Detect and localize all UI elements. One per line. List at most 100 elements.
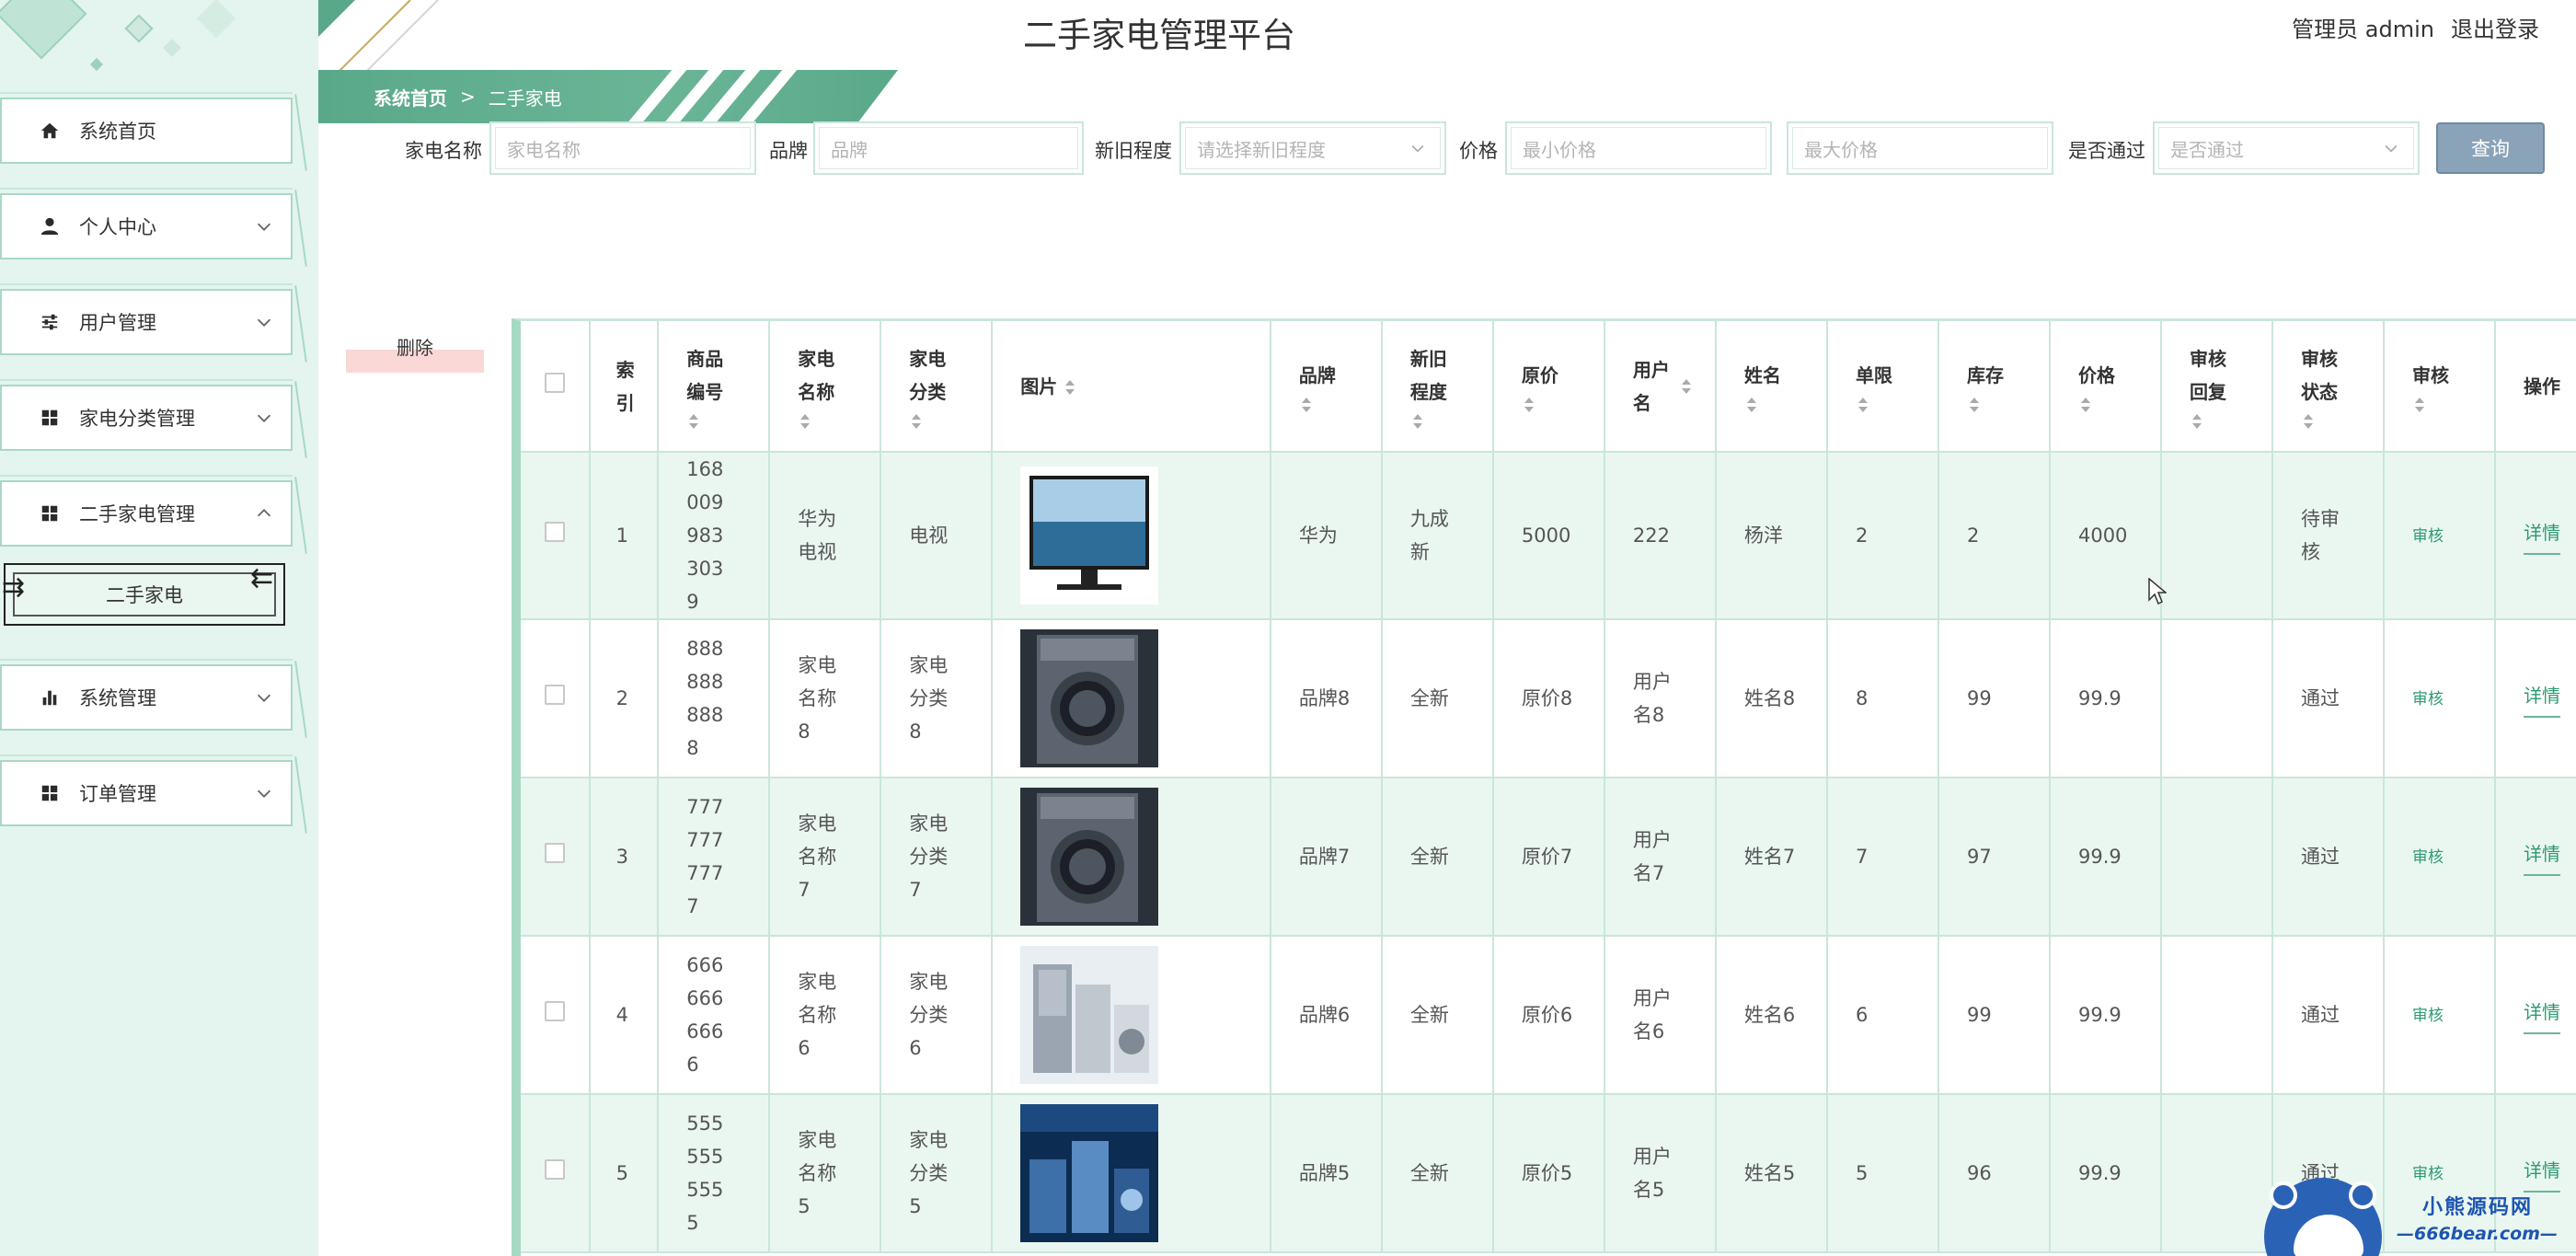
grid-icon (37, 501, 63, 526)
user-icon (37, 213, 63, 239)
brand-input[interactable]: 品牌 (813, 121, 1084, 175)
column-header-audit-status[interactable]: 审核状态 (2272, 321, 2386, 453)
select-all-checkbox[interactable] (545, 372, 565, 393)
column-header-limit[interactable]: 单限 (1826, 321, 1939, 453)
appliances-image[interactable] (1020, 1104, 1159, 1242)
column-header-label: 姓名 (1743, 363, 1781, 386)
sort-icon[interactable] (1679, 377, 1694, 396)
min-price-input-box[interactable]: 最小价格 (1511, 127, 1766, 169)
audit-link[interactable]: 审核 (2412, 527, 2444, 546)
sort-icon[interactable] (1744, 396, 1759, 414)
row-checkbox[interactable] (545, 685, 565, 705)
washer-image[interactable] (1020, 788, 1159, 926)
ops-cell: 详情 (2495, 778, 2576, 937)
query-button[interactable]: 查询 (2436, 122, 2545, 174)
row-checkbox[interactable] (545, 522, 565, 542)
sidebar-item-appliance-management[interactable]: 二手家电管理 (0, 475, 293, 547)
row-checkbox[interactable] (545, 1001, 565, 1021)
tv-image[interactable] (1020, 467, 1159, 605)
sort-icon[interactable] (1410, 412, 1425, 431)
column-header-stock[interactable]: 库存 (1938, 321, 2051, 453)
appliances-image[interactable] (1020, 946, 1159, 1084)
breadcrumb-home[interactable]: 系统首页 (374, 84, 447, 110)
sort-icon[interactable] (686, 412, 701, 431)
name-input-box[interactable]: 家电名称 (495, 127, 751, 169)
column-header-index[interactable]: 索引 (589, 321, 660, 453)
category-cell: 家电分类5 (880, 1094, 994, 1253)
data-table: 索引 商品编号 家电名称 家电分类 图片 品牌 新旧程度 原价 用户名 姓名 单… (512, 318, 2576, 1256)
row-checkbox[interactable] (545, 843, 565, 863)
audit-link[interactable]: 审核 (2412, 848, 2444, 867)
submenu-item-second-hand[interactable]: 二手家电 (4, 563, 285, 626)
chevron-down-icon (2385, 144, 2398, 153)
decoration-square (163, 39, 181, 57)
sort-icon[interactable] (1856, 396, 1870, 414)
table-row[interactable]: 3 7777777777 家电名称7 家电分类7 品牌7 全新 原价7 用户名7… (521, 778, 2576, 937)
detail-link[interactable]: 详情 (2524, 679, 2561, 718)
sort-icon[interactable] (2190, 412, 2204, 431)
min-price-input[interactable]: 最小价格 (1505, 121, 1772, 175)
column-header-username[interactable]: 用户名 (1604, 321, 1717, 453)
approved-select-box[interactable]: 是否通过 (2158, 127, 2414, 169)
sort-icon[interactable] (1522, 396, 1536, 414)
detail-link[interactable]: 详情 (2524, 996, 2561, 1034)
delete-button[interactable]: 删除 (346, 322, 484, 374)
washer-image[interactable] (1020, 629, 1159, 767)
sort-icon[interactable] (798, 412, 812, 431)
audit-link[interactable]: 审核 (2412, 690, 2444, 709)
sidebar-item-home[interactable]: 系统首页 (0, 92, 293, 164)
sort-icon[interactable] (2301, 412, 2316, 431)
sidebar-item-personal-center[interactable]: 个人中心 (0, 188, 293, 259)
column-header-code[interactable]: 商品编号 (658, 321, 771, 453)
code-value: 5555555555 (686, 1112, 724, 1234)
name-input[interactable]: 家电名称 (489, 121, 756, 175)
column-header-name[interactable]: 家电名称 (769, 321, 882, 453)
sidebar: 系统首页 个人中心 用户管理 家电分类管理 二手家电管理 二手家电 ⇉ ⇇ 系统… (0, 0, 318, 1256)
detail-link[interactable]: 详情 (2524, 516, 2561, 555)
condition-cell: 全新 (1381, 778, 1494, 937)
original-price-cell: 原价7 (1492, 778, 1605, 937)
detail-link[interactable]: 详情 (2524, 837, 2561, 876)
column-header-price[interactable]: 价格 (2049, 321, 2162, 453)
approved-select[interactable]: 是否通过 (2153, 121, 2420, 175)
chevron-down-icon (257, 318, 271, 327)
sort-icon[interactable] (2078, 396, 2093, 414)
header-decoration (318, 0, 439, 74)
max-price-input[interactable]: 最大价格 (1787, 121, 2053, 175)
column-header-category[interactable]: 家电分类 (880, 321, 994, 453)
column-header-image[interactable]: 图片 (992, 321, 1271, 453)
condition-select-box[interactable]: 请选择新旧程度 (1185, 127, 1441, 169)
brand-input-box[interactable]: 品牌 (819, 127, 1078, 169)
column-header-audit[interactable]: 审核 (2384, 321, 2497, 453)
column-header-original-price[interactable]: 原价 (1492, 321, 1605, 453)
sort-icon[interactable] (1299, 396, 1314, 414)
column-header-realname[interactable]: 姓名 (1715, 321, 1828, 453)
table-row[interactable]: 2 8888888888 家电名称8 家电分类8 品牌8 全新 原价8 用户名8… (521, 619, 2576, 778)
table-row[interactable]: 1 1680099833039 华为电视 电视 华为 九成新 5000 222 … (521, 452, 2576, 620)
sort-icon[interactable] (909, 412, 924, 431)
code-cell: 8888888888 (658, 619, 771, 778)
realname-cell: 姓名7 (1715, 778, 1828, 937)
column-header-brand[interactable]: 品牌 (1270, 321, 1383, 453)
sidebar-item-user-management[interactable]: 用户管理 (0, 283, 293, 355)
column-header-condition[interactable]: 新旧程度 (1381, 321, 1494, 453)
sidebar-item-category-management[interactable]: 家电分类管理 (0, 379, 293, 451)
sort-icon[interactable] (2412, 396, 2427, 414)
column-header-audit-reply[interactable]: 审核回复 (2160, 321, 2274, 453)
condition-select[interactable]: 请选择新旧程度 (1179, 121, 1446, 175)
sidebar-item-label: 订单管理 (79, 783, 156, 805)
row-checkbox[interactable] (545, 1159, 565, 1180)
audit-link[interactable]: 审核 (2412, 1007, 2444, 1025)
username-cell: 用户名6 (1604, 936, 1717, 1095)
table-row[interactable]: 4 6666666666 家电名称6 家电分类6 品牌6 全新 原价6 用户名6… (521, 936, 2576, 1095)
sort-icon[interactable] (1967, 396, 1982, 414)
column-header-label: 价格 (2077, 363, 2115, 386)
sidebar-item-order-management[interactable]: 订单管理 (0, 755, 293, 826)
max-price-input-box[interactable]: 最大价格 (1792, 127, 2048, 169)
sidebar-item-system-management[interactable]: 系统管理 (0, 659, 293, 731)
sidebar-item-label: 用户管理 (79, 312, 156, 334)
sort-icon[interactable] (1063, 378, 1077, 397)
logout-link[interactable]: 退出登录 (2451, 11, 2539, 43)
column-header-ops: 操作 (2495, 321, 2576, 453)
stock-cell: 99 (1938, 619, 2051, 778)
